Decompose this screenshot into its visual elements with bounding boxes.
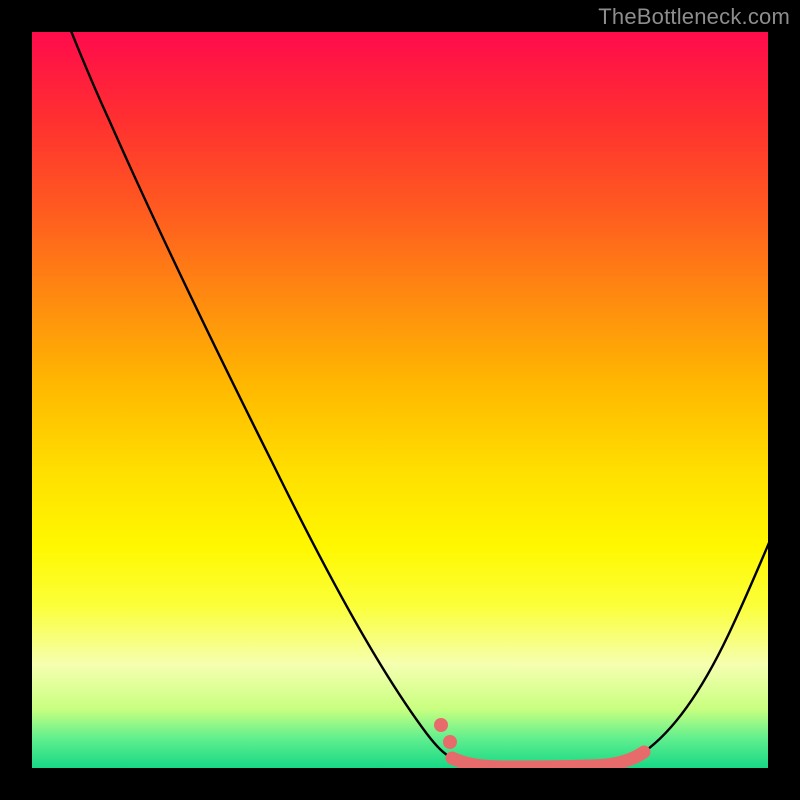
- marker-dot: [434, 718, 448, 732]
- chart-stage: TheBottleneck.com: [0, 0, 800, 800]
- pass-band-highlight: [452, 752, 644, 767]
- plot-area: [32, 32, 768, 768]
- curve-layer: [32, 32, 768, 768]
- watermark-text: TheBottleneck.com: [598, 4, 790, 30]
- marker-dot: [443, 735, 457, 749]
- bottleneck-curve: [48, 32, 768, 767]
